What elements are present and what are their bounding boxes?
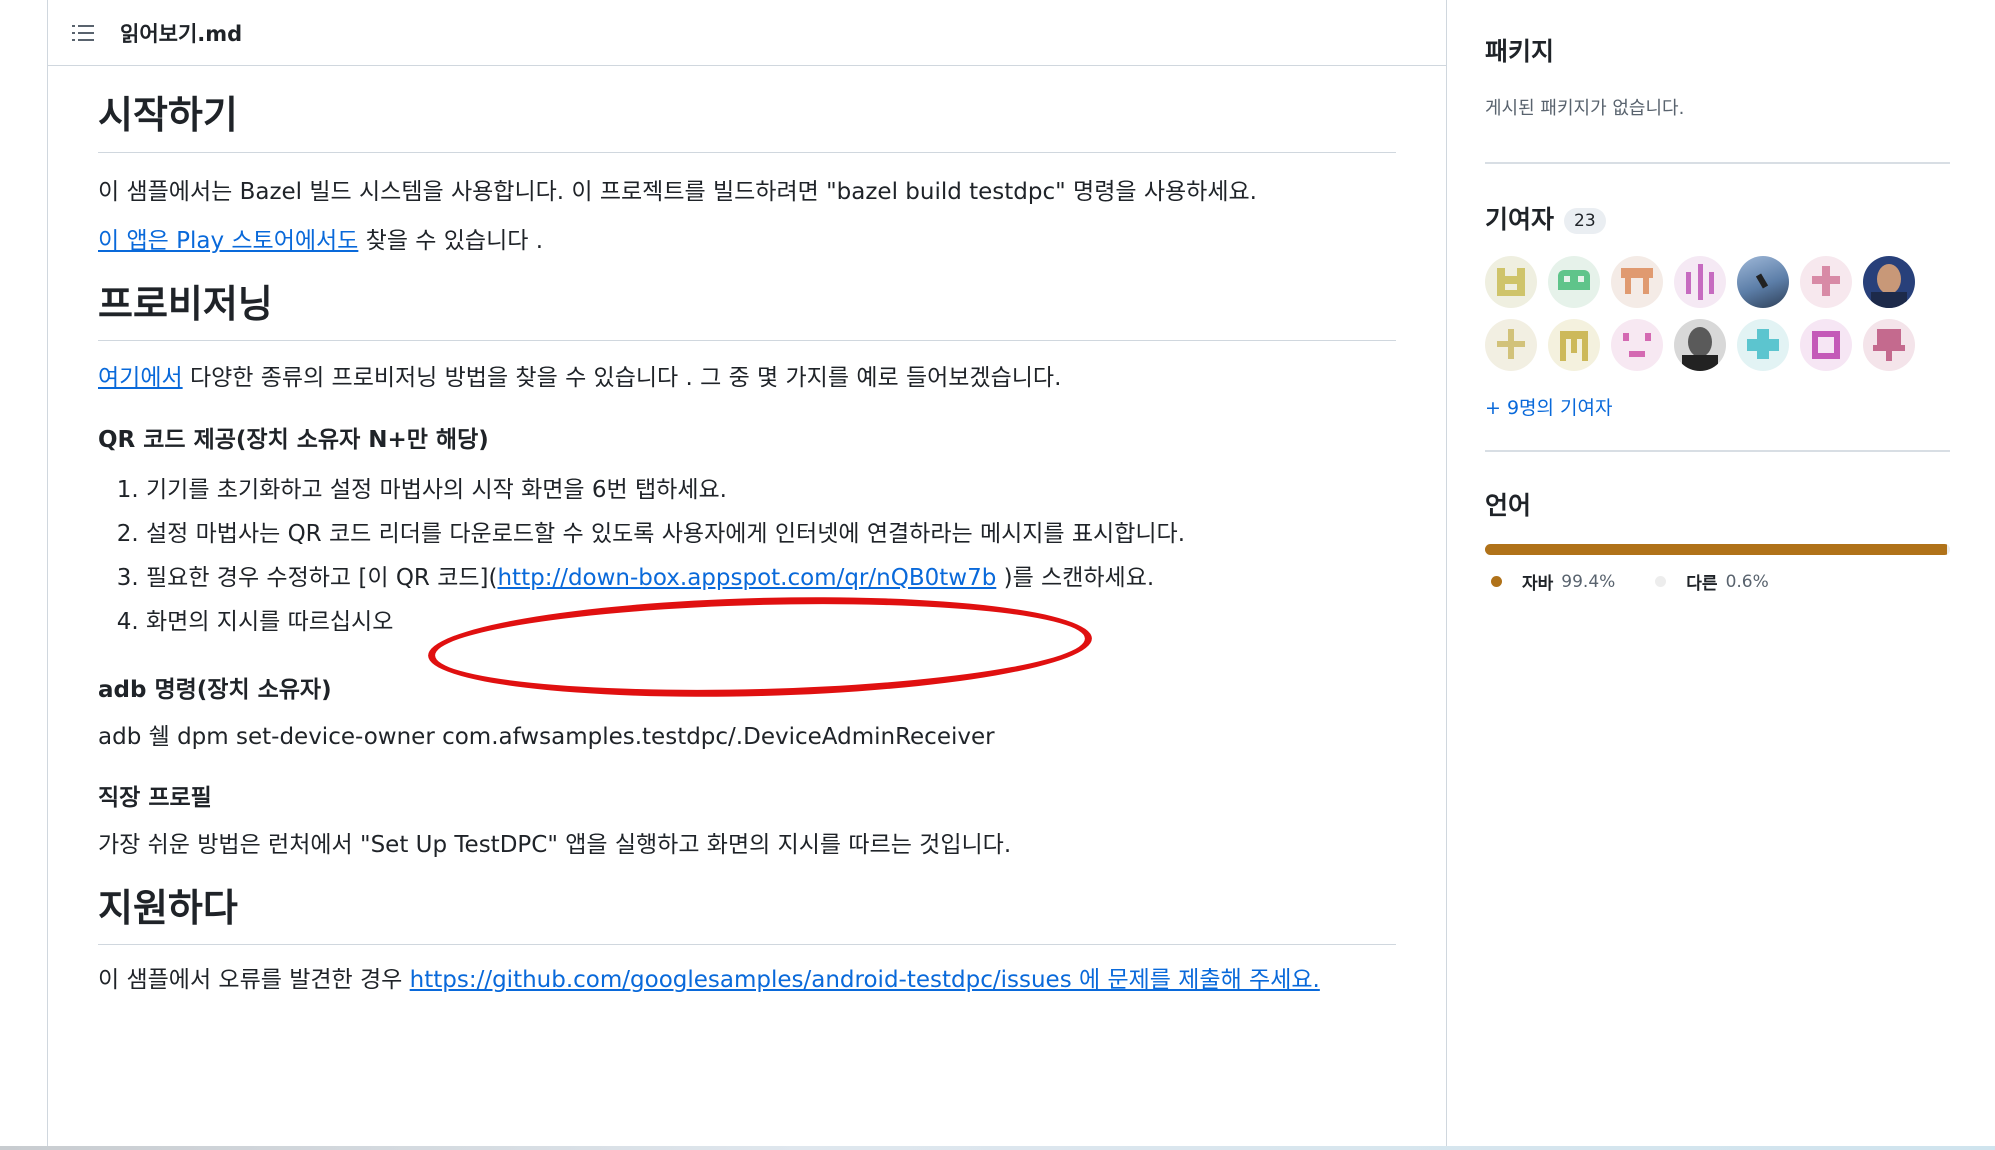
heading-support: 지원하다 — [98, 885, 1396, 945]
readme-content: 시작하기 이 샘플에서는 Bazel 빌드 시스템을 사용합니다. 이 프로젝트… — [48, 92, 1446, 998]
heading-provisioning: 프로비저닝 — [98, 281, 1396, 341]
list-item: 필요한 경우 수정하고 [이 QR 코드](http://down-box.ap… — [146, 556, 1396, 600]
issues-link[interactable]: https://github.com/googlesamples/android… — [410, 967, 1320, 993]
list-item: 기기를 초기화하고 설정 마법사의 시작 화면을 6번 탭하세요. — [146, 468, 1396, 512]
language-segment-other — [1947, 544, 1950, 555]
contributors-label: 기여자 — [1485, 205, 1555, 234]
provisioning-text: 다양한 종류의 프로비저닝 방법을 찾을 수 있습니다 . 그 중 몇 가지를 … — [182, 365, 1062, 391]
list-item: 설정 마법사는 QR 코드 리더를 다운로드할 수 있도록 사용자에게 인터넷에… — [146, 512, 1396, 556]
paragraph-play-store: 이 앱은 Play 스토어에서도 찾을 수 있습니다 . — [98, 224, 1396, 259]
heading-work-profile: 직장 프로필 — [98, 785, 212, 811]
avatar[interactable] — [1800, 256, 1852, 308]
language-percent: 99.4% — [1561, 571, 1616, 592]
languages-title: 언어 — [1485, 491, 1532, 520]
step3-text: 필요한 경우 수정하고 [이 QR 코드]( — [146, 564, 498, 591]
heading-getting-started: 시작하기 — [98, 92, 1396, 153]
file-name[interactable]: 읽어보기.md — [120, 18, 242, 48]
avatar[interactable] — [1485, 319, 1537, 371]
readme-header: 읽어보기.md — [48, 0, 1446, 66]
packages-title[interactable]: 패키지 — [1485, 32, 1950, 68]
avatar[interactable] — [1548, 319, 1600, 371]
language-name[interactable]: 다른 — [1686, 569, 1717, 594]
language-segment-java — [1485, 544, 1948, 555]
list-unordered-icon[interactable] — [72, 24, 94, 42]
avatar[interactable] — [1863, 319, 1915, 371]
support-text: 이 샘플에서 오류를 발견한 경우 — [98, 967, 410, 993]
play-store-link[interactable]: 이 앱은 Play 스토어에서도 — [98, 228, 358, 254]
contributor-avatars — [1485, 256, 1950, 371]
qr-code-link[interactable]: http://down-box.appspot.com/qr/nQB0tw7b — [497, 565, 996, 591]
heading-qr-code: QR 코드 제공(장치 소유자 N+만 해당) — [98, 426, 489, 453]
avatar[interactable] — [1737, 256, 1789, 308]
contributors-count-badge: 23 — [1564, 208, 1606, 234]
adb-command: adb 쉘 dpm set-device-owner com.afwsample… — [98, 723, 995, 750]
avatar[interactable] — [1674, 256, 1726, 308]
language-bar — [1485, 544, 1950, 555]
language-legend: 자바 99.4% 다른 0.6% — [1485, 569, 1950, 594]
packages-section: 패키지 게시된 패키지가 없습니다. — [1485, 0, 1950, 120]
language-name[interactable]: 자바 — [1522, 569, 1553, 594]
packages-empty-text: 게시된 패키지가 없습니다. — [1485, 98, 1685, 119]
here-link[interactable]: 여기에서 — [98, 365, 183, 391]
languages-section: 언어 자바 99.4% 다른 0.6% — [1485, 452, 1950, 594]
avatar[interactable] — [1674, 319, 1726, 371]
support-paragraph: 이 샘플에서 오류를 발견한 경우 https://github.com/goo… — [98, 963, 1396, 998]
avatar[interactable] — [1863, 256, 1915, 308]
more-contributors-link[interactable]: + 9명의 기여자 — [1485, 393, 1950, 420]
avatar[interactable] — [1611, 256, 1663, 308]
paragraph-bazel: 이 샘플에서는 Bazel 빌드 시스템을 사용합니다. 이 프로젝트를 빌드하… — [98, 178, 1257, 205]
language-percent: 0.6% — [1725, 571, 1769, 592]
sidebar: 패키지 게시된 패키지가 없습니다. 기여자 23 + 9명의 기여자 언어 자… — [1485, 0, 1950, 594]
work-profile-text: 가장 쉬운 방법은 런처에서 "Set Up TestDPC" 앱을 실행하고 … — [98, 832, 1012, 858]
bottom-strip — [0, 1146, 1995, 1150]
language-dot — [1655, 576, 1667, 587]
contributors-title[interactable]: 기여자 23 — [1485, 200, 1950, 236]
contributors-section: 기여자 23 + 9명의 기여자 — [1485, 164, 1950, 420]
readme-panel: 읽어보기.md 시작하기 이 샘플에서는 Bazel 빌드 시스템을 사용합니다… — [47, 0, 1447, 1150]
avatar[interactable] — [1548, 256, 1600, 308]
avatar[interactable] — [1485, 256, 1537, 308]
avatar[interactable] — [1800, 319, 1852, 371]
paragraph-provisioning: 여기에서 다양한 종류의 프로비저닝 방법을 찾을 수 있습니다 . 그 중 몇… — [98, 361, 1396, 396]
language-dot — [1491, 576, 1502, 587]
avatar[interactable] — [1737, 319, 1789, 371]
play-store-text: 찾을 수 있습니다 . — [358, 228, 544, 254]
avatar[interactable] — [1611, 319, 1663, 371]
step3-rest: )를 스캔하세요. — [996, 564, 1155, 591]
